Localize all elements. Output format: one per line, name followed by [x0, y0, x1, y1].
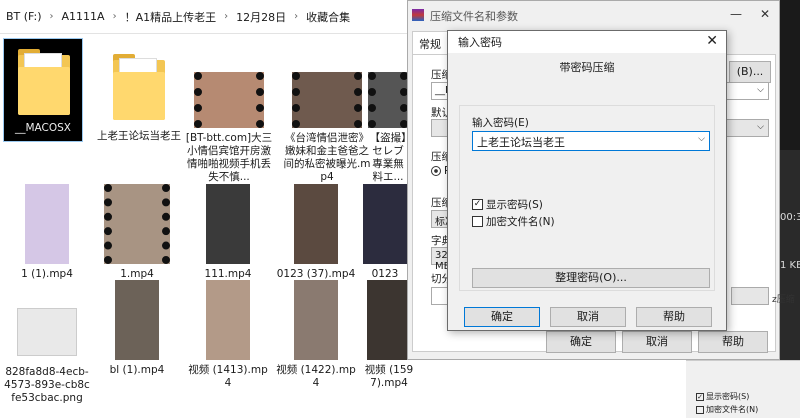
file-item-folder[interactable]: 上老王论坛当老王 — [96, 46, 182, 143]
file-item-video[interactable]: bl (1).mp4 — [94, 280, 180, 377]
file-label: 《台湾情侣泄密》嫩妹和金主爸爸之间的私密被曝光.mp4 — [283, 132, 371, 183]
file-label: 828fa8d8-4ecb-4573-893e-cb8cfe53cbac.png — [4, 366, 90, 404]
close-icon[interactable]: ✕ — [760, 7, 770, 21]
password-header: 带密码压缩 — [448, 53, 726, 105]
winrar-icon — [412, 9, 424, 21]
show-password-small: ✓ 显示密码(S) — [696, 392, 750, 401]
file-item-image[interactable]: 828fa8d8-4ecb-4573-893e-cb8cfe53cbac.png — [4, 304, 90, 405]
file-label: __MACOSX — [14, 122, 71, 134]
show-password-checkbox[interactable]: ✓ 显示密码(S) — [472, 197, 543, 212]
rar-cancel-button[interactable]: 取消 — [622, 331, 692, 353]
password-dialog-title: 输入密码 — [458, 36, 502, 49]
file-label: 视频 (1422).mp4 — [276, 364, 356, 389]
file-item-video[interactable]: 0123 (37).mp4 — [273, 184, 359, 281]
chevron-right-icon: › — [294, 11, 299, 22]
file-item-video[interactable]: 《台湾情侣泄密》嫩妹和金主爸爸之间的私密被曝光.mp4 — [282, 72, 372, 184]
file-item-video[interactable]: 0123 (5... — [360, 184, 410, 294]
video-thumbnail — [194, 72, 264, 128]
file-label: 上老王论坛当老王 — [97, 130, 181, 142]
file-item-video[interactable]: 【盗撮】セレブ專業無料エ... — [368, 72, 408, 184]
file-item-macosx[interactable]: __MACOSX — [0, 38, 86, 142]
password-titlebar: 输入密码 ✕ — [448, 31, 726, 53]
video-thumbnail — [367, 280, 411, 360]
background-text: z压缩 — [772, 295, 795, 305]
password-help-button[interactable]: 帮助 — [636, 307, 712, 327]
rar-help-button[interactable]: 帮助 — [698, 331, 768, 353]
password-input[interactable]: 上老王论坛当老王 ⌵ — [472, 131, 710, 151]
password-cancel-button[interactable]: 取消 — [550, 307, 626, 327]
file-label: 视频 (1597).mp4 — [364, 364, 414, 389]
breadcrumb-drive[interactable]: BT (F:) — [2, 10, 46, 23]
background-dialog-strip: ✓ 显示密码(S) 加密文件名(N) — [686, 360, 800, 418]
video-thumbnail — [115, 280, 159, 360]
file-item-video[interactable]: 1.mp4 — [94, 184, 180, 281]
extra-field — [731, 287, 769, 305]
chevron-right-icon: › — [112, 11, 117, 22]
password-dialog: 输入密码 ✕ 带密码压缩 输入密码(E) 上老王论坛当老王 ⌵ ✓ 显示密码(S… — [447, 30, 727, 331]
video-thumbnail — [25, 184, 69, 264]
encrypt-filenames-checkbox[interactable]: 加密文件名(N) — [472, 214, 555, 229]
breadcrumb: BT (F:) › A1111A › ！A1精品上传老王 › 12月28日 › … — [0, 0, 420, 34]
file-item-video[interactable]: 111.mp4 — [185, 184, 271, 281]
chevron-down-icon: ⌵ — [757, 122, 764, 132]
chevron-down-icon: ⌵ — [757, 85, 764, 95]
password-ok-button[interactable]: 确定 — [464, 307, 540, 327]
dialog-titlebar: 压缩文件名和参数 — ✕ — [408, 1, 779, 31]
file-item-video[interactable]: 1 (1).mp4 — [4, 184, 90, 281]
rar-ok-button[interactable]: 确定 — [546, 331, 616, 353]
file-label: 视频 (1413).mp4 — [188, 364, 268, 389]
folder-icon — [113, 54, 165, 120]
tab-row: 常规 — [412, 31, 448, 56]
file-label: 【盗撮】セレブ專業無料エ... — [369, 132, 407, 183]
browse-button[interactable]: (B)... — [729, 61, 771, 83]
tab-general[interactable]: 常规 — [412, 31, 448, 56]
file-grid: __MACOSX 上老王论坛当老王 [BT-btt.com]大三小情侣宾馆开房激… — [0, 34, 420, 418]
breadcrumb-folder-1[interactable]: A1111A — [58, 10, 109, 23]
breadcrumb-folder-3[interactable]: 12月28日 — [232, 9, 290, 25]
video-thumbnail — [292, 72, 362, 128]
dialog-title: 压缩文件名和参数 — [430, 10, 518, 23]
video-thumbnail — [363, 184, 407, 264]
close-icon[interactable]: ✕ — [706, 33, 718, 49]
video-time: 00:3 — [780, 212, 800, 223]
file-item-video[interactable]: 视频 (1413).mp4 — [185, 280, 271, 390]
video-thumbnail — [104, 184, 170, 264]
image-thumbnail — [17, 308, 77, 356]
file-item-video[interactable]: 视频 (1422).mp4 — [273, 280, 359, 390]
organize-passwords-button[interactable]: 整理密码(O)... — [472, 268, 710, 288]
file-label: bl (1).mp4 — [109, 364, 165, 376]
folder-icon — [18, 49, 70, 115]
checkbox-icon — [472, 216, 483, 227]
video-thumbnail — [206, 184, 250, 264]
encrypt-names-small: 加密文件名(N) — [696, 404, 758, 415]
chevron-down-icon[interactable]: ⌵ — [698, 134, 705, 144]
video-thumbnail — [294, 280, 338, 360]
video-size: 1 KB — [780, 260, 800, 271]
breadcrumb-folder-2[interactable]: ！A1精品上传老王 — [121, 9, 221, 25]
video-thumbnail — [206, 280, 250, 360]
password-group: 输入密码(E) 上老王论坛当老王 ⌵ ✓ 显示密码(S) 加密文件名(N) 整理… — [459, 105, 715, 291]
minimize-icon[interactable]: — — [730, 7, 742, 21]
breadcrumb-folder-4[interactable]: 收藏合集 — [302, 9, 354, 25]
checkbox-checked-icon: ✓ — [472, 199, 483, 210]
video-thumbnail — [368, 72, 408, 128]
chevron-right-icon: › — [224, 11, 229, 22]
file-label: 1 (1).mp4 — [21, 268, 73, 280]
password-input-label: 输入密码(E) — [472, 117, 529, 129]
file-item-video[interactable]: [BT-btt.com]大三小情侣宾馆开房激情啪啪视频手机丢失不慎... — [185, 72, 273, 184]
chevron-right-icon: › — [49, 11, 54, 22]
file-label: [BT-btt.com]大三小情侣宾馆开房激情啪啪视频手机丢失不慎... — [185, 132, 273, 183]
video-thumbnail — [294, 184, 338, 264]
